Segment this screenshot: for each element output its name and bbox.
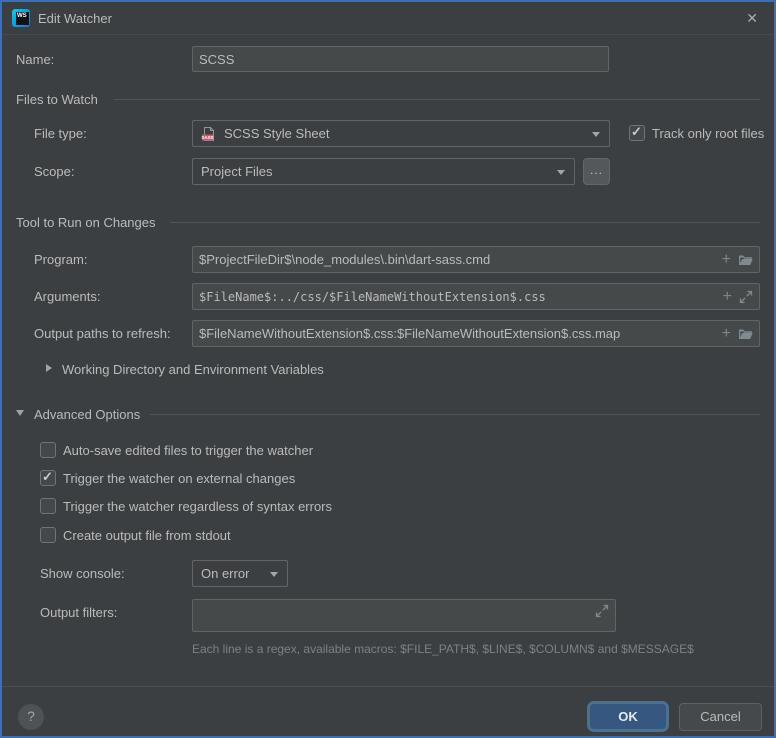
svg-text:SASS: SASS [202, 135, 214, 140]
syntax-errors-checkbox[interactable] [40, 498, 56, 514]
ok-button[interactable]: OK [587, 701, 669, 732]
expand-arrow-icon[interactable] [16, 410, 24, 416]
scope-dropdown[interactable]: Project Files [192, 158, 575, 185]
insert-macro-icon[interactable]: + [723, 290, 732, 304]
external-changes-label: Trigger the watcher on external changes [63, 471, 295, 486]
section-divider [150, 414, 760, 415]
file-type-label: File type: [34, 126, 87, 141]
output-filters-label: Output filters: [40, 605, 117, 620]
output-paths-input[interactable]: $FileNameWithoutExtension$.css:$FileName… [192, 320, 760, 347]
arguments-input[interactable]: $FileName$:../css/$FileNameWithoutExtens… [192, 283, 760, 310]
output-filters-hint: Each line is a regex, available macros: … [192, 642, 694, 656]
title-bar: WS Edit Watcher ✕ [2, 2, 774, 35]
expand-icon[interactable] [739, 290, 753, 304]
track-only-root-files-checkbox[interactable] [629, 125, 645, 141]
arguments-label: Arguments: [34, 289, 100, 304]
section-divider [170, 222, 760, 223]
external-changes-checkbox[interactable] [40, 470, 56, 486]
cancel-button[interactable]: Cancel [679, 703, 762, 731]
stdout-checkbox[interactable] [40, 527, 56, 543]
section-files-to-watch: Files to Watch [16, 92, 98, 107]
file-type-value: SCSS Style Sheet [224, 126, 330, 141]
insert-macro-icon[interactable]: + [722, 253, 731, 267]
autosave-label: Auto-save edited files to trigger the wa… [63, 443, 313, 458]
folder-icon[interactable] [738, 327, 753, 340]
output-paths-label: Output paths to refresh: [34, 326, 171, 341]
scope-browse-button[interactable]: ... [583, 158, 610, 185]
dialog-title: Edit Watcher [38, 2, 112, 35]
expand-icon[interactable] [595, 604, 609, 618]
close-icon[interactable]: ✕ [746, 2, 758, 35]
scope-value: Project Files [201, 164, 273, 179]
chevron-down-icon [557, 170, 565, 175]
scope-label: Scope: [34, 164, 74, 179]
section-tool-to-run: Tool to Run on Changes [16, 215, 155, 230]
name-label: Name: [16, 52, 54, 67]
stdout-label: Create output file from stdout [63, 528, 231, 543]
track-only-root-files-label: Track only root files [652, 126, 764, 141]
show-console-label: Show console: [40, 566, 125, 581]
collapse-arrow-icon[interactable] [46, 364, 52, 372]
scss-file-icon: SASS [201, 126, 217, 142]
footer-divider [2, 686, 774, 687]
chevron-down-icon [270, 572, 278, 577]
section-advanced-options[interactable]: Advanced Options [34, 407, 140, 422]
syntax-errors-label: Trigger the watcher regardless of syntax… [63, 499, 332, 514]
edit-watcher-dialog: WS Edit Watcher ✕ Name: SCSS Files to Wa… [0, 0, 776, 738]
output-filters-input[interactable] [192, 599, 616, 632]
working-directory-toggle[interactable]: Working Directory and Environment Variab… [62, 362, 324, 377]
program-label: Program: [34, 252, 87, 267]
show-console-dropdown[interactable]: On error [192, 560, 288, 587]
autosave-checkbox[interactable] [40, 442, 56, 458]
show-console-value: On error [201, 566, 249, 581]
webstorm-icon: WS [12, 9, 30, 27]
help-button[interactable]: ? [18, 704, 44, 730]
file-type-dropdown[interactable]: SASS SCSS Style Sheet [192, 120, 610, 147]
program-input[interactable]: $ProjectFileDir$\node_modules\.bin\dart-… [192, 246, 760, 273]
folder-icon[interactable] [738, 253, 753, 266]
name-input[interactable]: SCSS [192, 46, 609, 72]
section-divider [114, 99, 760, 100]
insert-macro-icon[interactable]: + [722, 327, 731, 341]
chevron-down-icon [592, 132, 600, 137]
